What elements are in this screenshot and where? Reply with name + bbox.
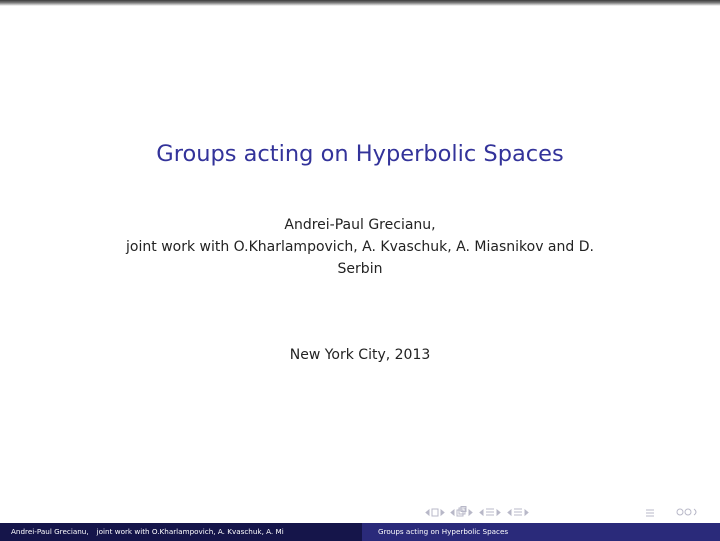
frame-icon[interactable] [431,508,439,517]
coauthors-line: joint work with O.Kharlampovich, A. Kvas… [126,239,594,255]
footer-title: Groups acting on Hyperbolic Spaces [378,527,509,536]
coauthors-line-continued: Serbin [337,261,383,277]
beamer-navigation-bar [424,506,714,518]
subsection-icon[interactable] [456,506,467,517]
section-back-icon[interactable] [479,508,484,517]
footer-title-panel: Groups acting on Hyperbolic Spaces [362,523,720,541]
footer-coauthors: joint work with O.Kharlampovich, A. Kvas… [96,527,284,536]
align-icon[interactable] [646,509,654,517]
slide-icon[interactable] [514,508,522,516]
title-slide: Groups acting on Hyperbolic Spaces Andre… [0,0,720,541]
author-block: Andrei-Paul Grecianu, joint work with O.… [0,214,720,280]
slide-forward-icon[interactable] [524,508,529,517]
frame-back-icon[interactable] [425,508,430,517]
frame-forward-icon[interactable] [440,508,445,517]
venue-date: New York City, 2013 [289,347,431,363]
section-icon[interactable] [486,508,494,516]
footer-author-panel: Andrei-Paul Grecianu, joint work with O.K… [0,523,362,541]
subsection-forward-icon[interactable] [468,508,473,517]
top-shadow-bar [0,0,720,6]
slide-back-icon[interactable] [507,508,512,517]
navigation-icons [425,506,697,517]
slide-title: Groups acting on Hyperbolic Spaces [156,141,564,167]
subsection-back-icon[interactable] [450,508,455,517]
author-name: Andrei-Paul Grecianu, [284,217,436,233]
footer-bar: Andrei-Paul Grecianu, joint work with O.K… [0,523,720,541]
section-forward-icon[interactable] [496,508,501,517]
search-icon[interactable] [676,508,697,516]
footer-author: Andrei-Paul Grecianu, [11,527,89,536]
